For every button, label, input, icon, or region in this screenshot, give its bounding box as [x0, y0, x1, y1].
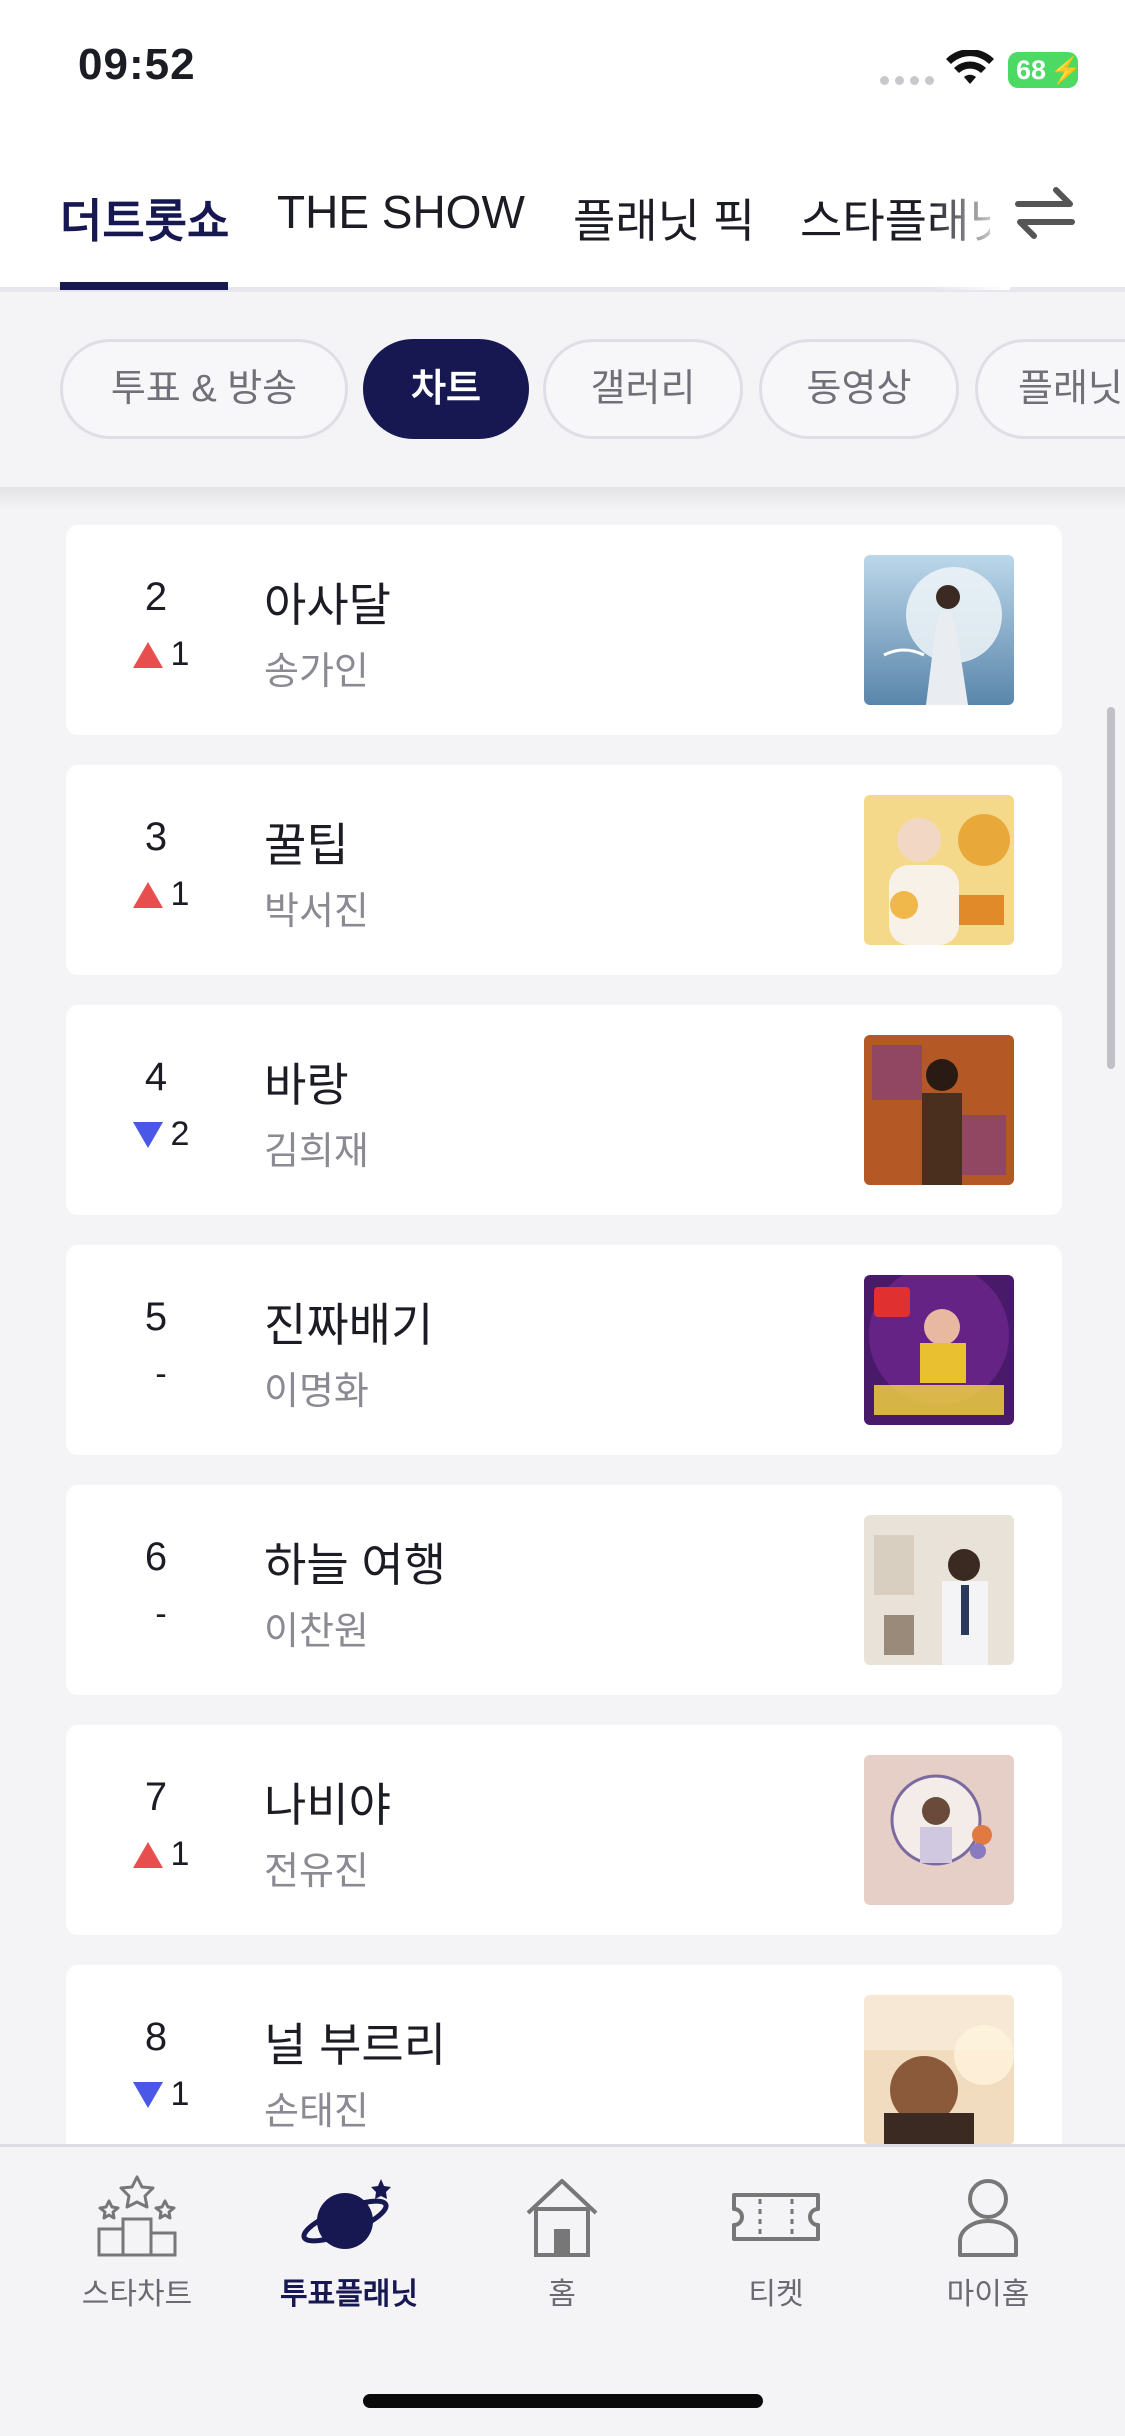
- chart-row[interactable]: 5 - 진짜배기 이명화: [66, 1245, 1062, 1455]
- rank-down-icon: [132, 2081, 163, 2108]
- chart-row[interactable]: 6 - 하늘 여행 이찬원: [66, 1485, 1062, 1695]
- status-bar: 09:52 68 ⚡: [0, 0, 1125, 140]
- song-title: 아사달: [264, 579, 391, 631]
- rank-change: -: [116, 1595, 206, 1634]
- song-title: 진짜배기: [264, 1299, 434, 1351]
- planet-icon: [301, 2179, 391, 2249]
- nav-label: 투표플래닛: [280, 2278, 418, 2311]
- song-artist: 박서진: [264, 891, 369, 933]
- album-art: [864, 1035, 1014, 1185]
- rank-change: 1: [116, 875, 206, 914]
- category-chip-bar: 투표 & 방송 차트 갤러리 동영상 플래닛: [0, 297, 1125, 487]
- rank-change-value: 1: [170, 875, 190, 913]
- chip-planet[interactable]: 플래닛: [975, 339, 1125, 439]
- tab-the-trot-show[interactable]: 더트롯쇼: [60, 185, 229, 251]
- rank-up-icon: [132, 881, 163, 908]
- rank-number: 3: [144, 815, 168, 859]
- top-tab-bar: 더트롯쇼 THE SHOW 플래닛 픽 스타플래닛: [0, 140, 1125, 292]
- chart-row[interactable]: 3 1 꿀팁 박서진: [66, 765, 1062, 975]
- chip-video[interactable]: 동영상: [759, 339, 959, 439]
- chip-bar-shadow: [0, 487, 1125, 509]
- tab-fade-overlay: [930, 140, 1010, 290]
- wifi-icon: [946, 50, 994, 84]
- scrollbar[interactable]: [1107, 707, 1115, 1069]
- chart-list: 2 1 아사달 송가인 3 1 꿀팁 박서진 4 2 바랑 김희재 5 - 진짜…: [0, 487, 1125, 2144]
- song-title: 나비야: [264, 1779, 391, 1831]
- rank-change-value: 2: [170, 1115, 190, 1153]
- status-time: 09:52: [78, 40, 196, 89]
- chart-row[interactable]: 8 1 널 부르리 손태진: [66, 1965, 1062, 2144]
- swap-arrows-icon[interactable]: [1012, 180, 1078, 246]
- album-art: [864, 1995, 1014, 2144]
- chart-row[interactable]: 7 1 나비야 전유진: [66, 1725, 1062, 1935]
- rank-change: 2: [116, 1115, 206, 1154]
- nav-ticket[interactable]: 티켓: [676, 2171, 876, 2313]
- rank-number: 5: [144, 1295, 168, 1339]
- home-indicator[interactable]: [363, 2394, 763, 2408]
- rank-change-value: 1: [170, 635, 190, 673]
- chip-vote-broadcast[interactable]: 투표 & 방송: [60, 339, 348, 439]
- home-icon: [526, 2179, 598, 2257]
- rank-change: 1: [116, 2075, 206, 2114]
- person-icon: [958, 2179, 1018, 2257]
- charging-bolt-icon: ⚡: [1049, 55, 1082, 85]
- song-title: 널 부르리: [264, 2019, 447, 2071]
- active-tab-underline: [60, 282, 228, 290]
- rank-change-value: 1: [170, 1835, 190, 1873]
- battery-level: 68: [1016, 55, 1047, 85]
- song-title: 하늘 여행: [264, 1539, 447, 1591]
- battery-icon: 68 ⚡: [1008, 52, 1082, 88]
- nav-my-home[interactable]: 마이홈: [888, 2171, 1088, 2313]
- nav-vote-planet[interactable]: 투표플래닛: [249, 2171, 449, 2313]
- song-artist: 전유진: [264, 1851, 369, 1893]
- rank-number: 2: [144, 575, 168, 619]
- rank-down-icon: [132, 1121, 163, 1148]
- chart-row[interactable]: 2 1 아사달 송가인: [66, 525, 1062, 735]
- rank-number: 4: [144, 1055, 168, 1099]
- signal-dots-icon: [880, 76, 934, 85]
- song-artist: 송가인: [264, 651, 369, 693]
- nav-star-chart[interactable]: 스타차트: [37, 2171, 237, 2313]
- album-art: [864, 1275, 1014, 1425]
- album-art: [864, 1755, 1014, 1905]
- rank-change-value: -: [155, 1595, 167, 1633]
- tab-planet-pick[interactable]: 플래닛 픽: [573, 185, 755, 251]
- rank-up-icon: [132, 641, 163, 668]
- song-title: 꿀팁: [264, 819, 349, 871]
- rank-change-value: -: [155, 1355, 167, 1393]
- album-art: [864, 555, 1014, 705]
- rank-number: 6: [144, 1535, 168, 1579]
- ticket-icon: [732, 2193, 820, 2241]
- chart-row[interactable]: 4 2 바랑 김희재: [66, 1005, 1062, 1215]
- nav-label: 스타차트: [81, 2278, 193, 2311]
- tab-the-show[interactable]: THE SHOW: [277, 185, 525, 239]
- bottom-nav-bar: 스타차트 투표플래닛 홈 티켓 마이홈: [0, 2144, 1125, 2436]
- song-artist: 김희재: [264, 1131, 369, 1173]
- album-art: [864, 795, 1014, 945]
- star-podium-icon: [97, 2175, 177, 2257]
- nav-home[interactable]: 홈: [462, 2171, 662, 2313]
- rank-number: 7: [144, 1775, 168, 1819]
- album-art: [864, 1515, 1014, 1665]
- rank-up-icon: [132, 1841, 163, 1868]
- nav-label: 홈: [548, 2278, 576, 2311]
- song-artist: 손태진: [264, 2091, 369, 2133]
- song-title: 바랑: [264, 1059, 349, 1111]
- rank-change: 1: [116, 1835, 206, 1874]
- chip-gallery[interactable]: 갤러리: [543, 339, 743, 439]
- nav-label: 마이홈: [946, 2278, 1030, 2311]
- song-artist: 이명화: [264, 1371, 369, 1413]
- rank-number: 8: [144, 2015, 168, 2059]
- nav-label: 티켓: [748, 2278, 804, 2311]
- rank-change: 1: [116, 635, 206, 674]
- rank-change: -: [116, 1355, 206, 1394]
- rank-change-value: 1: [170, 2075, 190, 2113]
- song-artist: 이찬원: [264, 1611, 369, 1653]
- chip-chart[interactable]: 차트: [363, 339, 529, 439]
